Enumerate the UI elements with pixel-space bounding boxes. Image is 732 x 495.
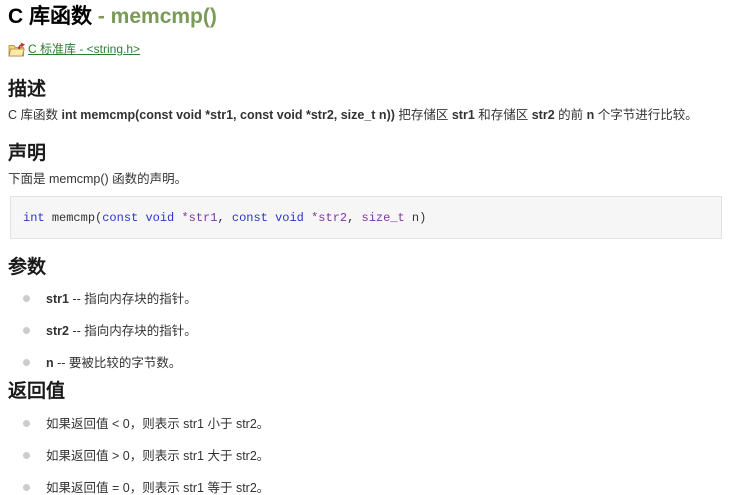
- page-title-main: C 库函数: [8, 5, 98, 28]
- code-punctuation: ,: [217, 211, 232, 225]
- param-term: str2: [46, 324, 69, 338]
- code-type: size_t: [361, 211, 405, 225]
- code-line: int memcmp(const void *str1, const void …: [23, 211, 426, 225]
- page-title-function: - memcmp(): [97, 5, 217, 28]
- param-term: n: [46, 356, 54, 370]
- page-title: C 库函数 - memcmp(): [8, 5, 724, 29]
- description-post: 个字节进行比较。: [594, 108, 698, 122]
- code-punctuation: ,: [347, 211, 362, 225]
- document-page: { "title": { "main": "C 库函数 ", "function…: [0, 0, 732, 495]
- declaration-intro: 下面是 memcmp() 函数的声明。: [8, 172, 188, 186]
- description-term-str2: str2: [531, 108, 555, 122]
- bullet-icon: [23, 327, 30, 334]
- section-heading-description: 描述: [8, 79, 47, 100]
- code-function: memcmp(: [51, 211, 103, 225]
- param-item: str2 -- 指向内存块的指针。: [23, 323, 724, 339]
- description-mid3: 的前: [554, 108, 587, 122]
- description-paragraph: C 库函数 int memcmp(const void *str1, const…: [8, 107, 724, 123]
- return-text: 如果返回值 > 0，则表示 str1 大于 str2。: [46, 449, 270, 463]
- description-mid1: 把存储区: [394, 108, 452, 122]
- code-identifier: *str1: [181, 211, 218, 225]
- breadcrumb: C 标准库 - <string.h>: [8, 41, 724, 58]
- bullet-icon: [23, 420, 30, 427]
- code-keyword: int: [23, 211, 52, 225]
- folder-up-arrow-icon[interactable]: [8, 41, 25, 58]
- param-desc: -- 指向内存块的指针。: [68, 292, 197, 306]
- return-text: 如果返回值 < 0，则表示 str1 小于 str2。: [46, 417, 270, 431]
- param-item: n -- 要被比较的字节数。: [23, 355, 724, 371]
- param-desc: -- 指向内存块的指针。: [68, 324, 197, 338]
- bullet-icon: [23, 452, 30, 459]
- code-block: int memcmp(const void *str1, const void …: [10, 196, 722, 239]
- section-heading-returns: 返回值: [8, 381, 66, 402]
- code-punctuation: n): [404, 211, 427, 225]
- param-item: str1 -- 指向内存块的指针。: [23, 291, 724, 307]
- param-desc: -- 要被比较的字节数。: [53, 356, 182, 370]
- stdlib-string-h-link[interactable]: C 标准库 - <string.h>: [28, 41, 140, 58]
- bullet-icon: [23, 484, 30, 491]
- returns-list: 如果返回值 < 0，则表示 str1 小于 str2。 如果返回值 > 0，则表…: [8, 416, 724, 495]
- bullet-icon: [23, 295, 30, 302]
- code-keyword: const void: [102, 211, 182, 225]
- return-item: 如果返回值 < 0，则表示 str1 小于 str2。: [23, 416, 724, 432]
- bullet-icon: [23, 359, 30, 366]
- code-identifier: *str2: [311, 211, 348, 225]
- description-mid2: 和存储区: [474, 108, 532, 122]
- return-item: 如果返回值 > 0，则表示 str1 大于 str2。: [23, 448, 724, 464]
- section-heading-parameters: 参数: [8, 257, 47, 278]
- description-signature: int memcmp(const void *str1, const void …: [61, 108, 395, 122]
- section-heading-declaration: 声明: [8, 143, 47, 164]
- article-content: C 库函数 - memcmp() C 标准库 - <string.h> 描述 C…: [0, 0, 732, 495]
- description-pre: C 库函数: [8, 108, 62, 122]
- code-keyword: const void: [231, 211, 312, 225]
- description-term-str1: str1: [451, 108, 475, 122]
- params-list: str1 -- 指向内存块的指针。 str2 -- 指向内存块的指针。 n --…: [8, 291, 724, 371]
- param-term: str1: [46, 292, 69, 306]
